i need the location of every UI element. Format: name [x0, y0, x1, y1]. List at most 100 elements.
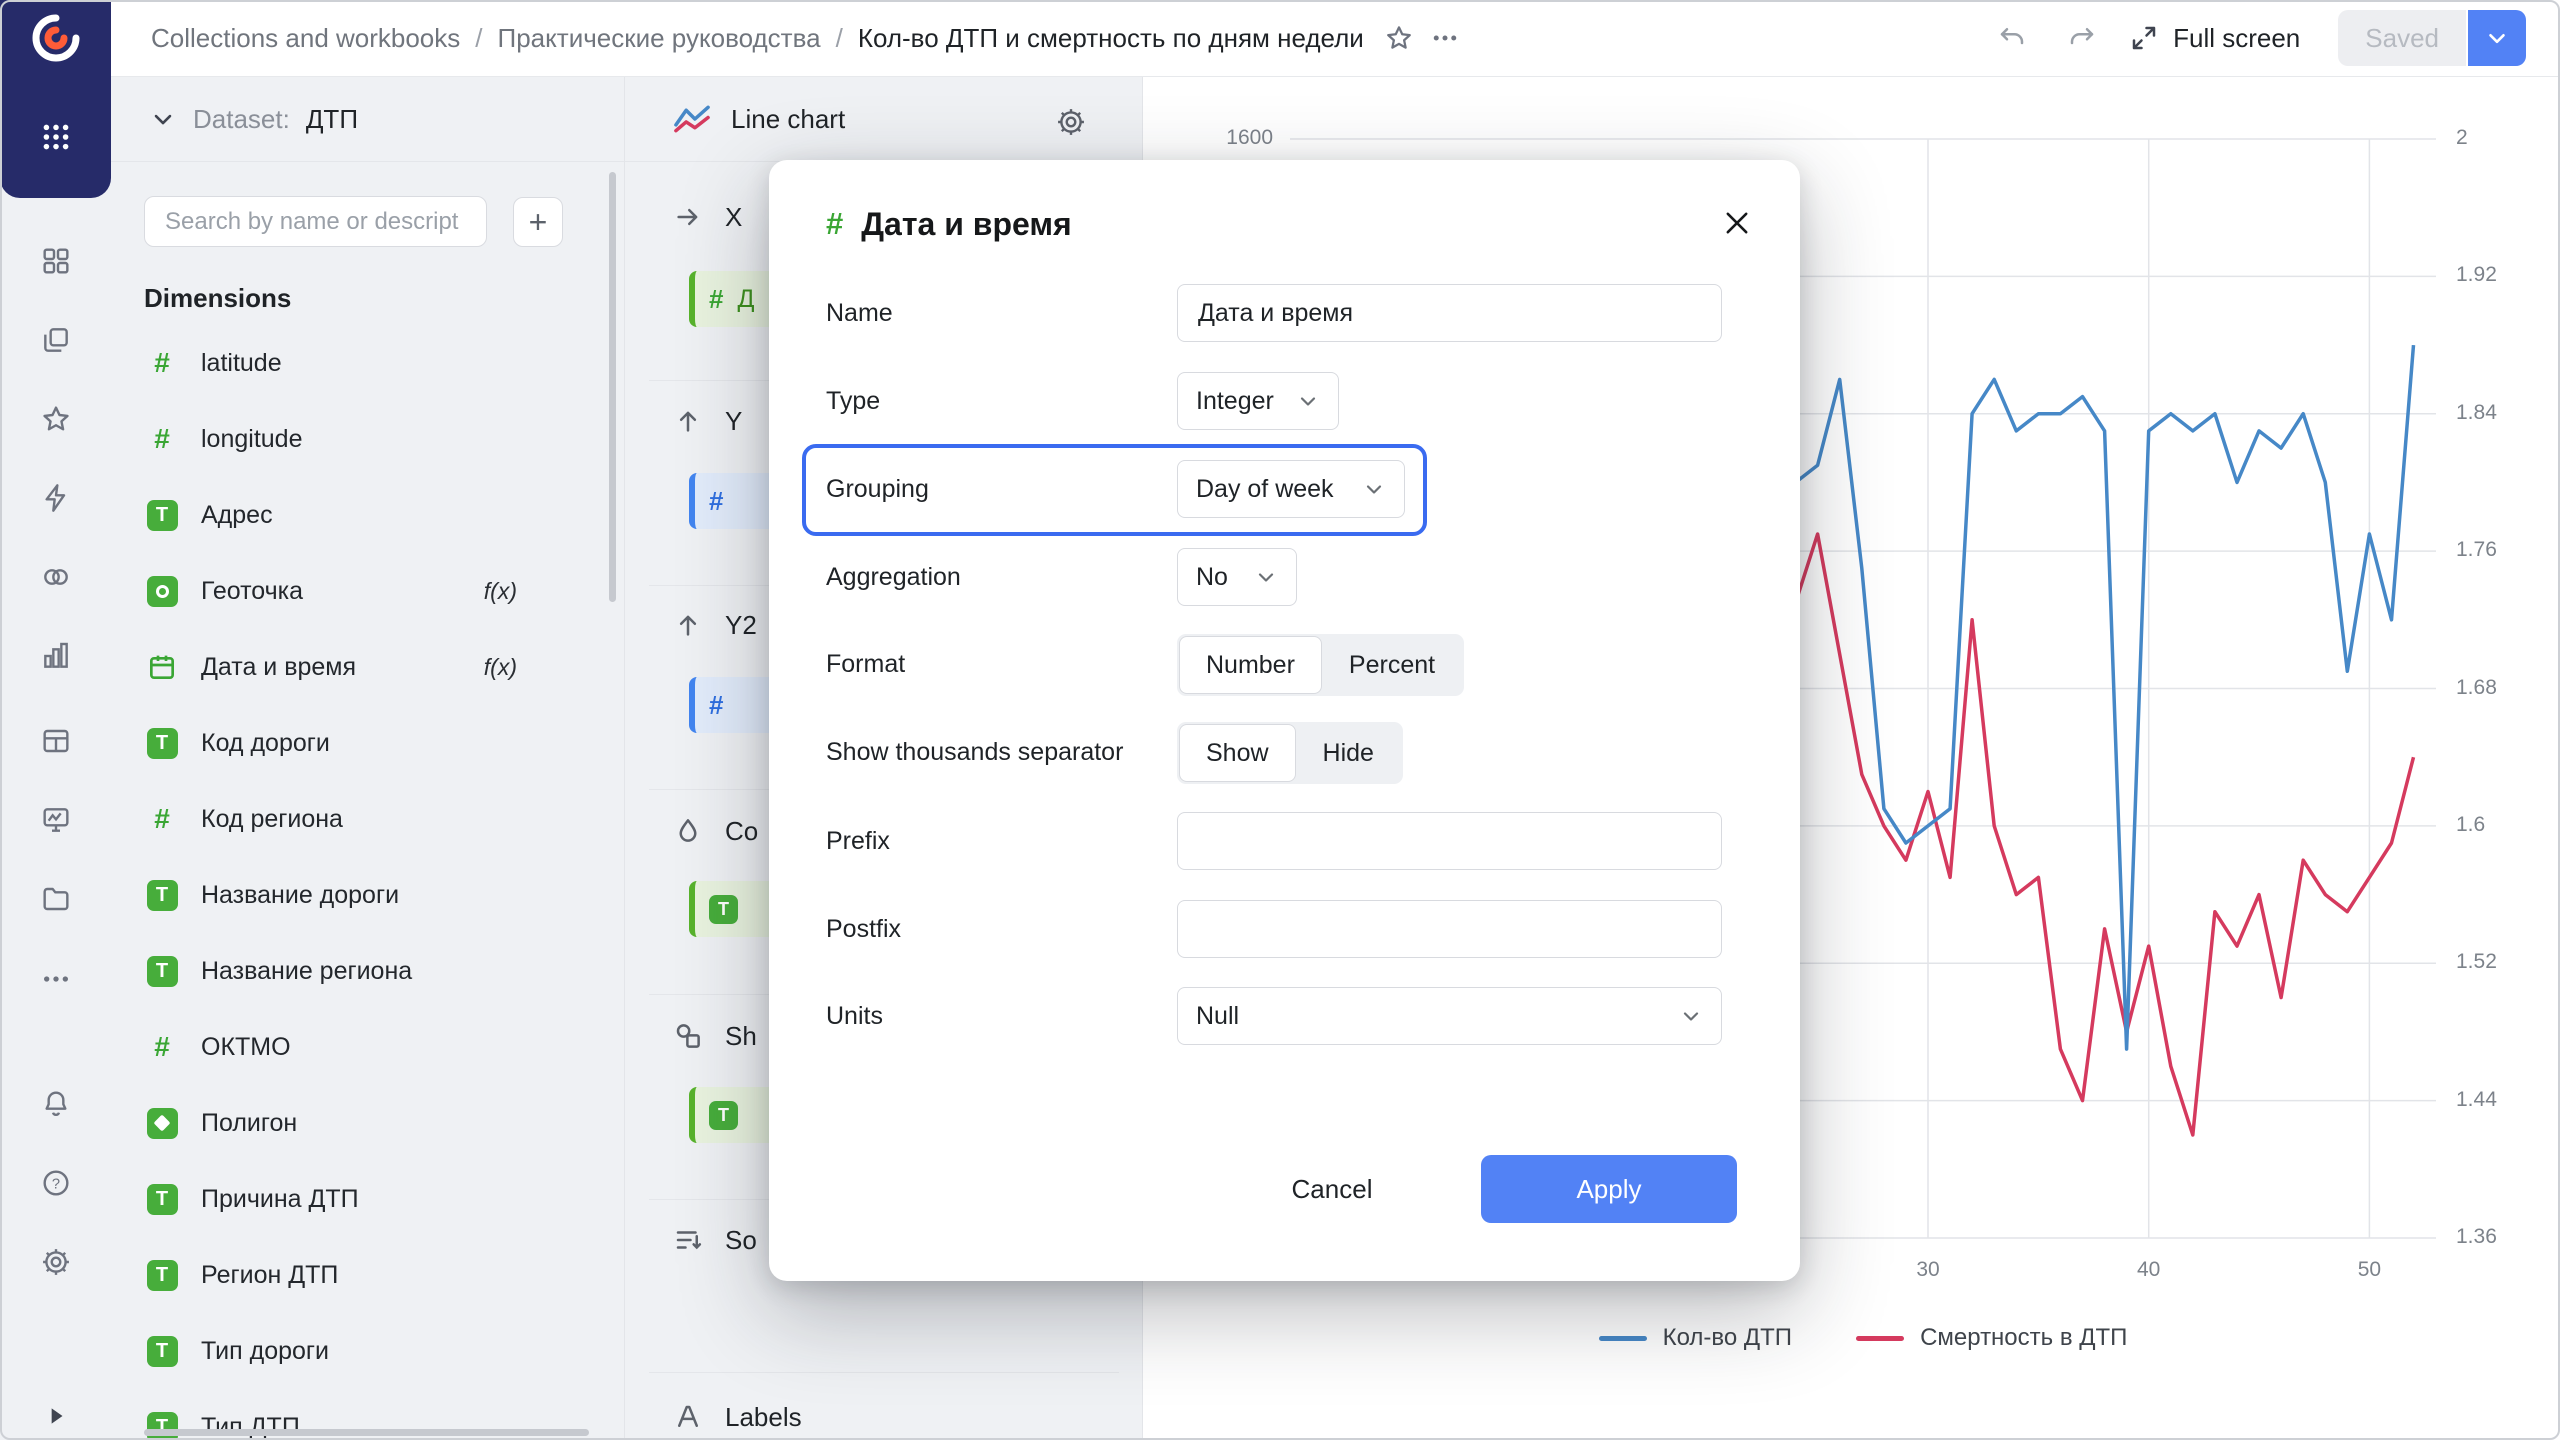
- quick-actions-icon[interactable]: [36, 478, 76, 518]
- thousands-option-hide[interactable]: Hide: [1296, 724, 1401, 782]
- postfix-label: Postfix: [826, 915, 902, 943]
- settings-icon[interactable]: [36, 1242, 76, 1282]
- units-select[interactable]: Null: [1177, 987, 1722, 1045]
- dashboards-icon[interactable]: [36, 800, 76, 840]
- format-option-number[interactable]: Number: [1179, 636, 1322, 694]
- field-row-road-code[interactable]: T Код дороги: [127, 715, 609, 771]
- type-select[interactable]: Integer: [1177, 372, 1339, 430]
- postfix-input[interactable]: [1177, 900, 1722, 958]
- favorite-star-icon[interactable]: [1376, 15, 1422, 61]
- section-shapes: Sh: [673, 1014, 757, 1058]
- favorites-icon[interactable]: [36, 399, 76, 439]
- labels-icon: [678, 1405, 698, 1427]
- more-actions-icon[interactable]: [1422, 15, 1468, 61]
- field-row-accident-region[interactable]: T Регион ДТП: [127, 1247, 609, 1303]
- help-icon[interactable]: ?: [36, 1163, 76, 1203]
- legend-item-accidents[interactable]: Кол-во ДТП: [1598, 1324, 1792, 1352]
- legend-item-mortality[interactable]: Смертность в ДТП: [1856, 1324, 2127, 1352]
- relations-icon[interactable]: [36, 557, 76, 597]
- field-row-oktmo[interactable]: # ОКТМО: [127, 1019, 609, 1075]
- number-field-icon: #: [709, 689, 724, 720]
- breadcrumb-collections[interactable]: Collections and workbooks: [151, 23, 460, 54]
- section-sort: So: [673, 1218, 757, 1262]
- line-chart-icon: [674, 105, 710, 133]
- datalens-logo[interactable]: [27, 9, 85, 67]
- sidebar-scrollbar[interactable]: [609, 172, 616, 602]
- arrow-up-icon: [679, 411, 697, 432]
- y-right-axis-tick-label: 1.44: [2456, 1087, 2497, 1111]
- full-screen-button[interactable]: Full screen: [2129, 23, 2300, 54]
- top-bar: Collections and workbooks / Практические…: [111, 0, 2560, 77]
- breadcrumb: Collections and workbooks / Практические…: [151, 23, 1364, 54]
- dataset-name[interactable]: ДТП: [306, 104, 358, 135]
- apply-button[interactable]: Apply: [1481, 1155, 1737, 1223]
- field-row-road-type[interactable]: T Тип дороги: [127, 1323, 609, 1379]
- apps-grid-icon[interactable]: [36, 117, 76, 157]
- y-right-axis-tick-label: 1.68: [2456, 675, 2497, 699]
- series-line-Смертность в ДТП: [1793, 532, 2416, 1137]
- x-axis-tick-label: 30: [1916, 1258, 1940, 1281]
- dialog-title: # Дата и время: [826, 200, 1072, 248]
- y-right-axis-tick-label: 1.84: [2456, 400, 2497, 424]
- rail-header: [0, 0, 111, 198]
- notifications-icon[interactable]: [36, 1084, 76, 1124]
- sidebar-horizontal-scrollbar[interactable]: [144, 1429, 589, 1436]
- save-dropdown-button[interactable]: [2468, 10, 2526, 66]
- polygon-field-icon: [145, 1106, 179, 1140]
- expand-icon[interactable]: [36, 1396, 76, 1436]
- y-left-axis-tick-label: 1600: [1226, 126, 1273, 149]
- datasets-icon[interactable]: [36, 721, 76, 761]
- y-right-axis-tick-label: 2: [2456, 126, 2468, 149]
- dataset-header[interactable]: Dataset: ДТП: [111, 77, 624, 162]
- aggregation-select[interactable]: No: [1177, 548, 1297, 606]
- breadcrumb-separator: /: [835, 22, 843, 53]
- chart-type-label: Line chart: [731, 103, 846, 134]
- collections-icon[interactable]: [36, 320, 76, 360]
- field-row-region-name[interactable]: T Название региона: [127, 943, 609, 999]
- field-row-region-code[interactable]: # Код региона: [127, 791, 609, 847]
- x-axis-tick-label: 50: [2357, 1258, 2382, 1281]
- grouping-select[interactable]: Day of week: [1177, 460, 1405, 518]
- dimensions-title: Dimensions: [144, 283, 292, 313]
- chart-settings-gear-icon[interactable]: [1048, 99, 1094, 145]
- close-button[interactable]: [1712, 198, 1762, 248]
- text-field-icon: T: [145, 498, 179, 532]
- section-labels: Labels: [673, 1395, 802, 1439]
- field-row-road-name[interactable]: T Название дороги: [127, 867, 609, 923]
- field-row-datetime[interactable]: Дата и время f(x): [127, 639, 609, 695]
- dialog-title-text: Дата и время: [861, 205, 1072, 242]
- breadcrumb-workbook[interactable]: Практические руководства: [498, 23, 821, 54]
- chart-legend: Кол-во ДТП Смертность в ДТП: [1290, 1324, 2436, 1352]
- redo-icon[interactable]: [2059, 15, 2105, 61]
- more-icon[interactable]: [36, 959, 76, 999]
- y-right-axis-tick-label: 1.76: [2456, 538, 2497, 562]
- calendar-field-icon: [145, 650, 179, 684]
- format-segmented-control: Number Percent: [1177, 634, 1465, 696]
- dataset-label: Dataset:: [193, 103, 290, 134]
- field-row-geopoint[interactable]: Геоточка f(x): [127, 563, 609, 619]
- files-icon[interactable]: [36, 879, 76, 919]
- widgets-icon[interactable]: [36, 241, 76, 281]
- y-right-axis-tick-label: 1.52: [2456, 950, 2497, 974]
- thousands-option-show[interactable]: Show: [1179, 724, 1296, 782]
- charts-icon[interactable]: [36, 636, 76, 676]
- name-input[interactable]: [1177, 284, 1722, 342]
- y-right-axis-tick-label: 1.92: [2456, 263, 2497, 287]
- field-row-address[interactable]: T Адрес: [127, 487, 609, 543]
- number-field-icon: #: [154, 347, 170, 378]
- field-row-polygon[interactable]: Полигон: [127, 1095, 609, 1151]
- field-row-longitude[interactable]: # longitude: [127, 411, 609, 467]
- search-input[interactable]: [144, 196, 487, 247]
- field-row-latitude[interactable]: # latitude: [127, 335, 609, 391]
- y-right-axis-tick-label: 1.6: [2456, 812, 2486, 836]
- add-field-button[interactable]: +: [513, 197, 563, 247]
- field-row-accident-cause[interactable]: T Причина ДТП: [127, 1171, 609, 1227]
- units-label: Units: [826, 1002, 883, 1030]
- save-split-button: Saved: [2338, 10, 2526, 66]
- text-field-icon: T: [709, 894, 738, 924]
- saved-button[interactable]: Saved: [2338, 10, 2466, 66]
- cancel-button[interactable]: Cancel: [1247, 1155, 1417, 1223]
- prefix-input[interactable]: [1177, 812, 1722, 870]
- format-option-percent[interactable]: Percent: [1322, 636, 1462, 694]
- undo-icon[interactable]: [1989, 15, 2035, 61]
